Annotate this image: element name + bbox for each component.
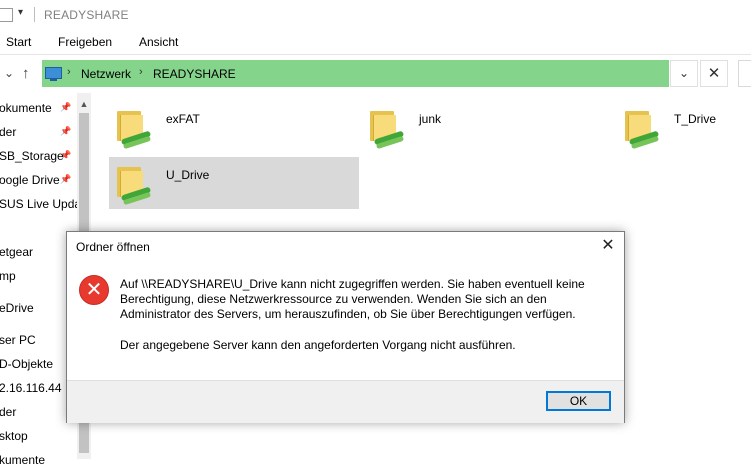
address-clear-icon[interactable]: ✕ [700, 60, 728, 87]
dialog-title: Ordner öffnen [76, 240, 150, 254]
sidebar-item-label: der [0, 125, 17, 139]
folder-name: exFAT [166, 112, 200, 126]
recent-locations-chevron-icon[interactable]: ⌄ [4, 66, 14, 80]
up-arrow-icon[interactable]: ↑ [22, 65, 30, 82]
sidebar-item-label: SB_Storage [0, 149, 64, 163]
ribbon-tabs: Start Freigeben Ansicht [0, 30, 751, 55]
tab-start[interactable]: Start [6, 35, 31, 49]
shared-folder-icon [370, 109, 405, 150]
sidebar-item-dokumente[interactable]: okumente 📌 [0, 96, 80, 120]
quick-access-dropdown-icon[interactable]: ▾ [18, 7, 23, 18]
sidebar-item-label: eDrive [0, 301, 34, 315]
sidebar-item-label: etgear [0, 245, 34, 259]
navigation-bar: ⌄ ↑ › Netzwerk › READYSHARE ⌄ ✕ [0, 55, 751, 93]
title-divider [34, 7, 35, 22]
breadcrumb-separator[interactable]: › [139, 66, 143, 78]
error-dialog: Ordner öffnen ✕ ✕ Auf \\READYSHARE\U_Dri… [66, 231, 625, 423]
sidebar-item-dokumente-2[interactable]: kumente [0, 448, 80, 472]
pin-icon: 📌 [60, 150, 72, 160]
address-bar[interactable]: › Netzwerk › READYSHARE [42, 60, 669, 87]
sidebar-item-label: okumente [0, 101, 52, 115]
sidebar-item-label: 2.16.116.44 [0, 381, 62, 395]
tab-freigeben[interactable]: Freigeben [58, 35, 112, 49]
tab-ansicht[interactable]: Ansicht [139, 35, 178, 49]
scroll-up-icon[interactable]: ▲ [77, 97, 91, 111]
sidebar-item-desktop[interactable]: sktop [0, 424, 80, 448]
folder-tile-u-drive[interactable]: U_Drive [109, 157, 359, 209]
shared-folder-icon [117, 109, 152, 150]
folder-name: T_Drive [674, 112, 717, 126]
shared-folder-icon [117, 165, 152, 206]
window-title: READYSHARE [44, 8, 129, 22]
sidebar-item-label: SUS Live Updat [0, 197, 80, 211]
sidebar-item-label: D-Objekte [0, 357, 54, 371]
breadcrumb-readyshare[interactable]: READYSHARE [153, 67, 236, 81]
error-icon: ✕ [79, 275, 109, 305]
sidebar-item-label: sktop [0, 429, 28, 443]
sidebar-item-label: ser PC [0, 333, 36, 347]
folder-name: junk [419, 112, 442, 126]
folder-tile-junk[interactable]: junk [362, 101, 612, 153]
ok-button[interactable]: OK [546, 391, 611, 411]
sidebar-item-google-drive[interactable]: oogle Drive 📌 [0, 168, 80, 192]
sidebar-item-bilder[interactable]: der 📌 [0, 120, 80, 144]
breadcrumb-netzwerk[interactable]: Netzwerk [81, 67, 131, 81]
sidebar-item-label: mp [0, 269, 16, 283]
close-icon[interactable]: ✕ [594, 234, 622, 258]
pin-icon: 📌 [60, 174, 72, 184]
folder-tile-exfat[interactable]: exFAT [109, 101, 359, 153]
quick-access-toolbar-icon[interactable] [0, 8, 13, 22]
shared-folder-icon [625, 109, 660, 150]
sidebar-item-asus-live-update[interactable]: SUS Live Updat [0, 192, 80, 216]
pin-icon: 📌 [60, 102, 72, 112]
folder-name: U_Drive [166, 168, 210, 182]
address-history-dropdown-icon[interactable]: ⌄ [670, 60, 698, 87]
pin-icon: 📌 [60, 126, 72, 136]
sidebar-item-label: kumente [0, 453, 46, 467]
folder-tile-t-drive[interactable]: T_Drive [617, 101, 747, 153]
dialog-footer: OK [67, 380, 624, 423]
title-bar: ▾ READYSHARE [0, 0, 751, 30]
network-computer-icon [45, 67, 62, 81]
breadcrumb-separator[interactable]: › [67, 66, 71, 78]
sidebar-item-usb-storage[interactable]: SB_Storage 📌 [0, 144, 80, 168]
sidebar-item-label: der [0, 405, 17, 419]
dialog-detail: Der angegebene Server kann den angeforde… [120, 338, 516, 352]
sidebar-item-label: oogle Drive [0, 173, 60, 187]
dialog-message: Auf \\READYSHARE\U_Drive kann nicht zuge… [120, 277, 585, 321]
search-input[interactable] [738, 60, 751, 87]
